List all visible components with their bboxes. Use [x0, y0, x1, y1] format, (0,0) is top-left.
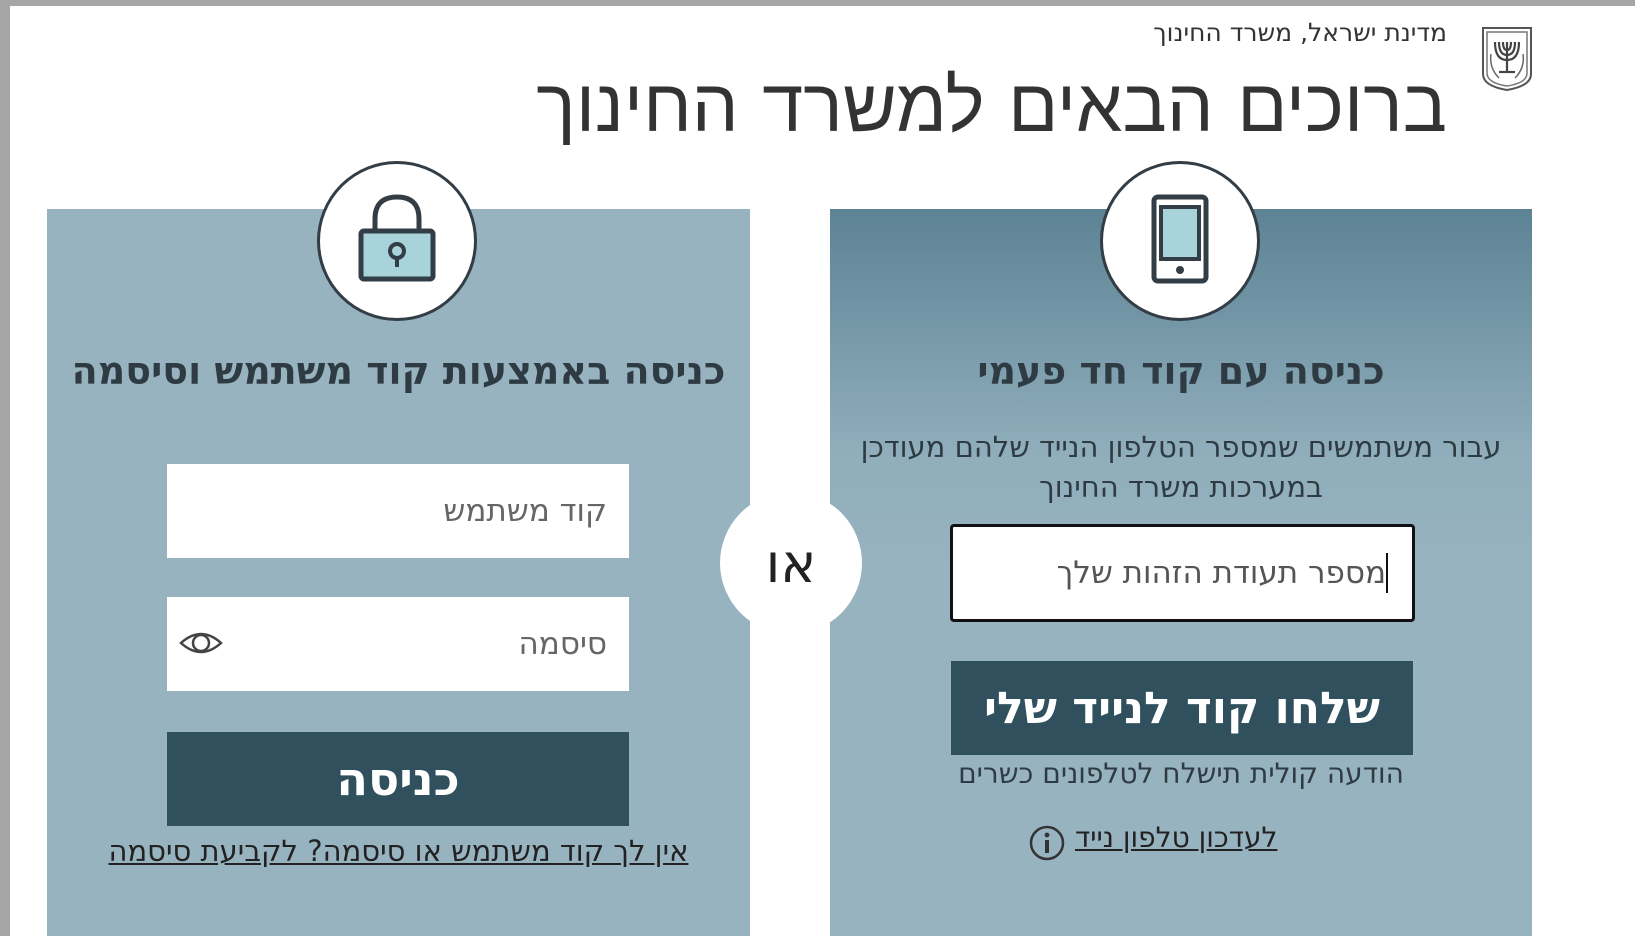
- phone-icon-circle: [1100, 161, 1260, 321]
- send-code-button[interactable]: שלחו קוד לנייד שלי: [951, 661, 1413, 755]
- login-page: מדינת ישראל, משרד החינוך ברוכים הבאים למ…: [10, 6, 1635, 936]
- padlock-icon-circle: [317, 161, 477, 321]
- otp-description: עבור משתמשים שמספר הטלפון הנייד שלהם מעו…: [860, 430, 1502, 504]
- username-placeholder: קוד משתמש: [443, 493, 607, 529]
- padlock-icon: [355, 193, 439, 289]
- eye-icon[interactable]: [179, 623, 223, 663]
- ministry-caption: מדינת ישראל, משרד החינוך: [1153, 18, 1447, 47]
- id-number-input[interactable]: מספר תעודת הזהות שלך: [950, 524, 1415, 622]
- text-caret: [1386, 553, 1388, 593]
- password-placeholder: סיסמה: [518, 626, 607, 662]
- or-divider: או: [720, 492, 862, 634]
- voice-message-note: הודעה קולית תישלח לטלפונים כשרים: [958, 757, 1404, 790]
- info-icon[interactable]: [1028, 824, 1066, 866]
- password-input[interactable]: סיסמה: [167, 597, 629, 691]
- state-emblem-icon: [1479, 24, 1535, 92]
- set-password-link[interactable]: אין לך קוד משתמש או סיסמה? לקביעת סיסמה: [47, 834, 750, 868]
- update-phone-link[interactable]: לעדכון טלפון נייד: [1075, 821, 1277, 854]
- login-button[interactable]: כניסה: [167, 732, 629, 826]
- mobile-phone-icon: [1150, 193, 1210, 289]
- otp-login-title: כניסה עם קוד חד פעמי: [977, 349, 1385, 393]
- page-title: ברוכים הבאים למשרד החינוך: [536, 63, 1447, 149]
- id-number-placeholder: מספר תעודת הזהות שלך: [1056, 555, 1386, 591]
- username-input[interactable]: קוד משתמש: [167, 464, 629, 558]
- password-login-title: כניסה באמצעות קוד משתמש וסיסמה: [71, 349, 726, 393]
